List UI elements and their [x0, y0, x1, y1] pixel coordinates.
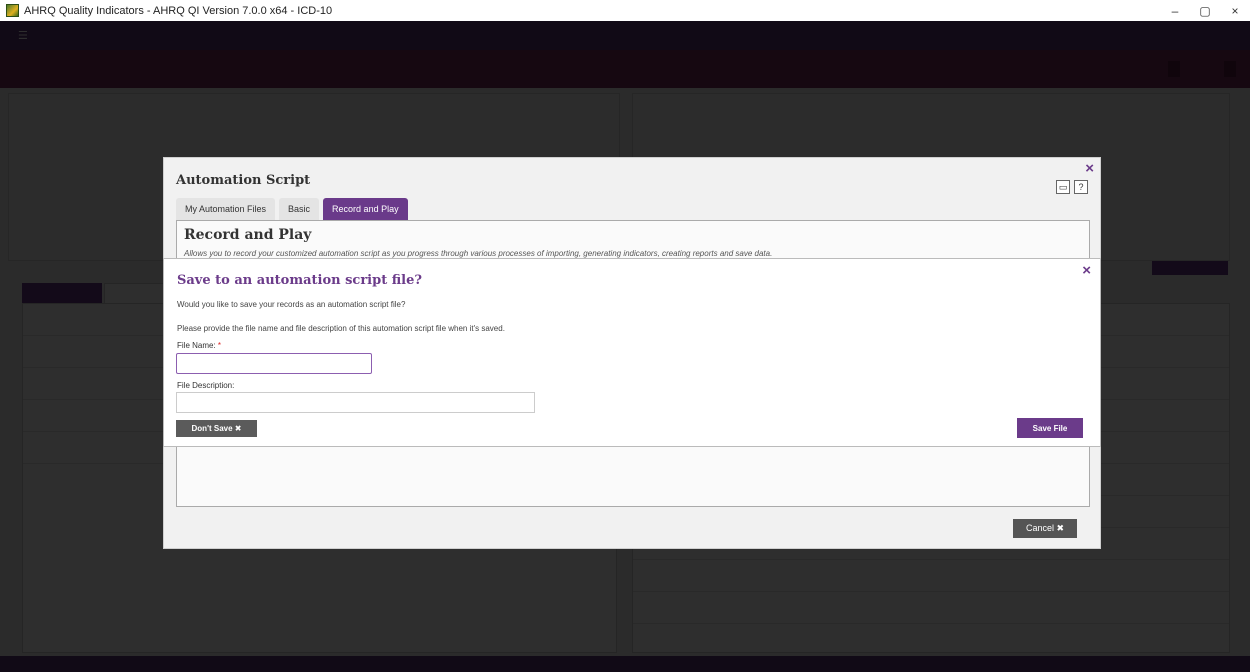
- save-dialog-title: Save to an automation script file?: [177, 273, 423, 288]
- automation-modal-close-icon[interactable]: ×: [1085, 160, 1094, 177]
- file-description-input[interactable]: [176, 392, 535, 413]
- app-icon: [6, 4, 19, 17]
- save-dialog-hint: Please provide the file name and file de…: [177, 324, 505, 333]
- tab-record-and-play[interactable]: Record and Play: [323, 198, 408, 220]
- minimize-button[interactable]: –: [1160, 0, 1190, 21]
- file-name-input[interactable]: [176, 353, 372, 374]
- file-name-label: File Name: *: [177, 341, 221, 350]
- tab-my-automation-files[interactable]: My Automation Files: [176, 198, 276, 220]
- window-titlebar: AHRQ Quality Indicators - AHRQ QI Versio…: [0, 0, 1250, 21]
- help-icon[interactable]: ?: [1074, 180, 1088, 194]
- file-description-label: File Description:: [177, 381, 235, 390]
- automation-modal-tools: ▭ ?: [1056, 180, 1088, 194]
- record-and-play-description: Allows you to record your customized aut…: [184, 249, 773, 258]
- automation-tabs: My Automation Files Basic Record and Pla…: [176, 198, 408, 220]
- file-name-label-text: File Name:: [177, 341, 216, 350]
- save-dialog-close-icon[interactable]: ×: [1082, 262, 1091, 279]
- save-icon[interactable]: ▭: [1056, 180, 1070, 194]
- automation-modal-title: Automation Script: [176, 173, 311, 188]
- required-mark: *: [217, 341, 222, 350]
- close-window-button[interactable]: ×: [1220, 0, 1250, 21]
- save-script-dialog: Save to an automation script file? × Wou…: [163, 258, 1101, 447]
- window-controls: – ▢ ×: [1160, 0, 1250, 21]
- tab-basic[interactable]: Basic: [279, 198, 320, 220]
- record-and-play-heading: Record and Play: [184, 227, 312, 243]
- save-dialog-question: Would you like to save your records as a…: [177, 300, 406, 309]
- maximize-button[interactable]: ▢: [1190, 0, 1220, 21]
- window-title: AHRQ Quality Indicators - AHRQ QI Versio…: [24, 4, 333, 17]
- cancel-button[interactable]: Cancel ✖: [1013, 519, 1077, 538]
- dont-save-button[interactable]: Don't Save ✖: [176, 420, 257, 437]
- save-file-button[interactable]: Save File: [1017, 418, 1083, 438]
